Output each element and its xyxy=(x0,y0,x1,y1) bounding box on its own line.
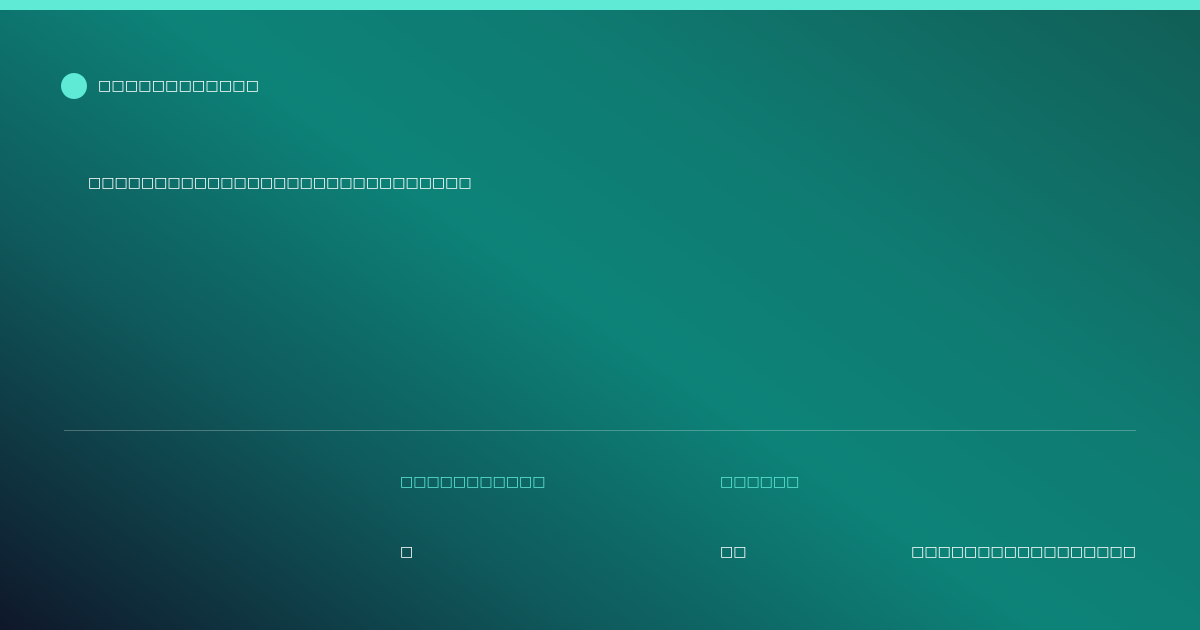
headline: □□□□□□□□□□□□□□□□□□□□□□□□□□□□□ xyxy=(88,175,472,191)
brand: □□□□□□□□□□□□ xyxy=(61,73,259,99)
stat-label-1: □□□□□□□□□□□ xyxy=(400,474,546,490)
stat-value-2: □□ xyxy=(720,544,747,560)
top-accent-bar xyxy=(0,0,1200,10)
stat-value-1: □ xyxy=(400,544,414,560)
brand-name: □□□□□□□□□□□□ xyxy=(98,78,260,94)
stat-label-2: □□□□□□ xyxy=(720,474,800,490)
brand-logo-dot xyxy=(61,73,87,99)
footer-note: □□□□□□□□□□□□□□□□□ xyxy=(911,544,1136,560)
divider xyxy=(64,430,1136,431)
